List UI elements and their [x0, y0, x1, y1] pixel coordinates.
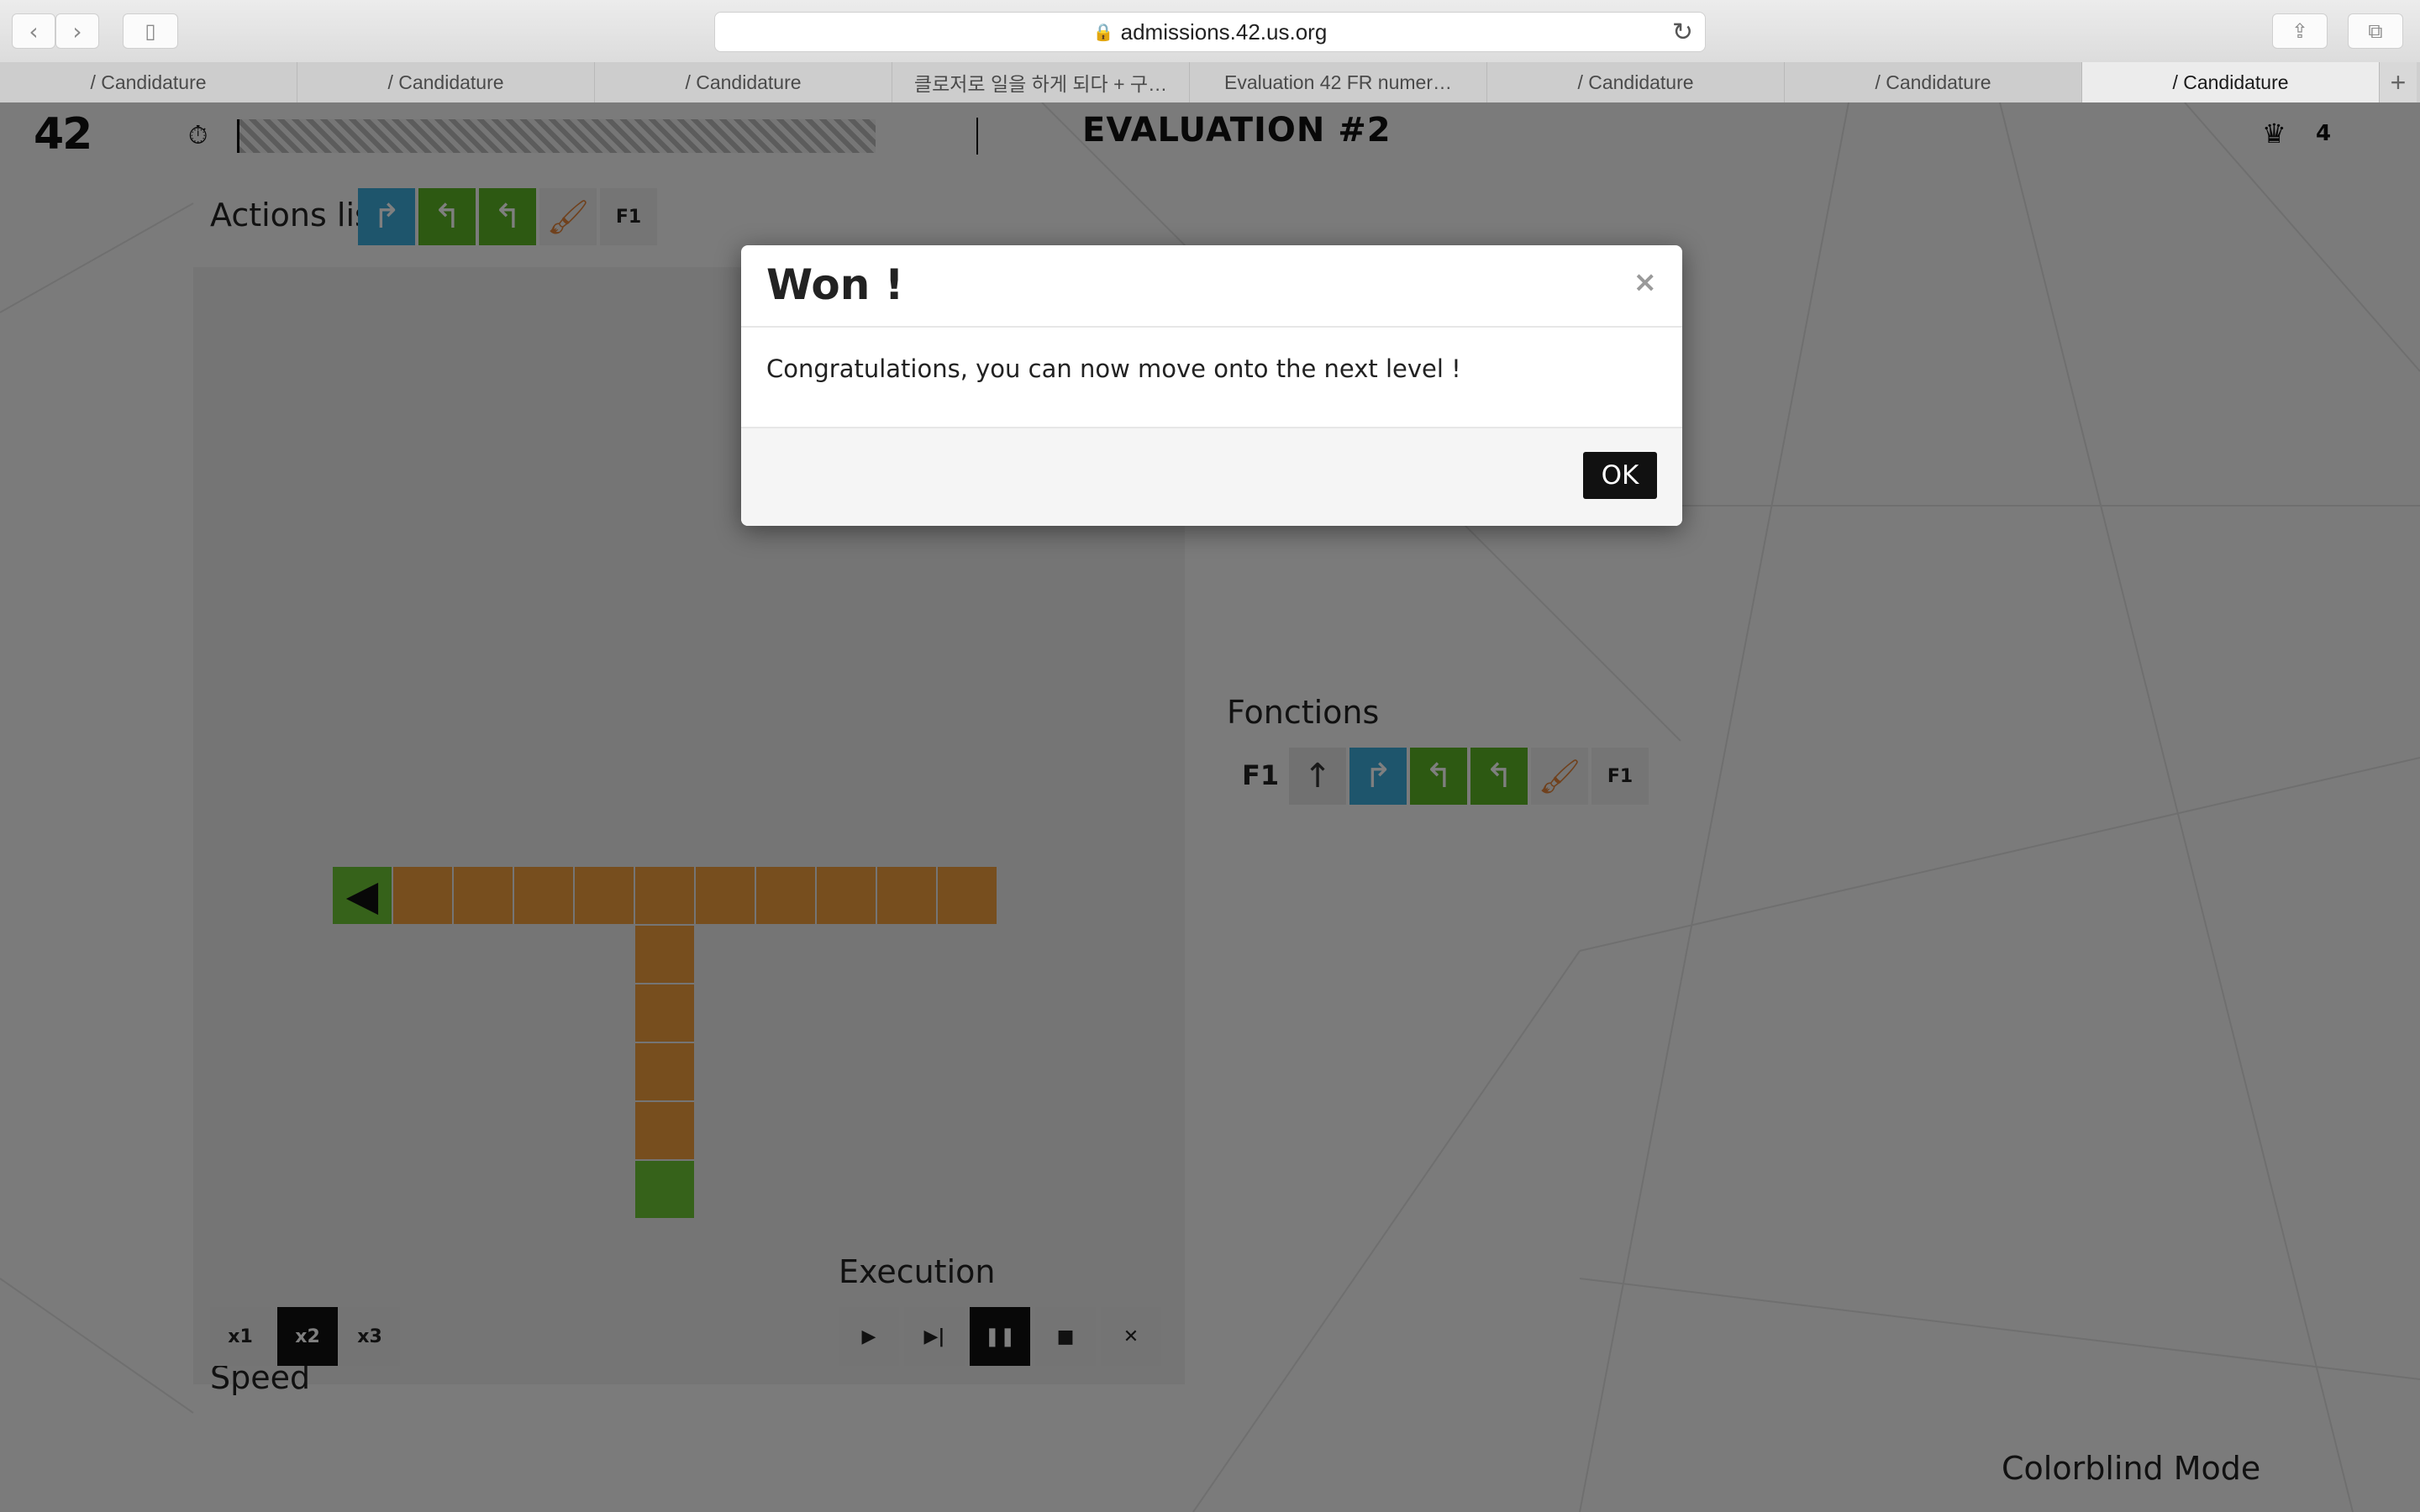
new-tab-button[interactable]: +: [2380, 62, 2417, 102]
tab[interactable]: Evaluation 42 FR numer…: [1190, 62, 1487, 102]
tab-bar: / Candidature / Candidature / Candidatur…: [0, 62, 2420, 103]
tab[interactable]: / Candidature: [595, 62, 892, 102]
modal-header: Won ! ×: [741, 245, 1682, 328]
modal-footer: OK: [741, 428, 1682, 526]
ok-button[interactable]: OK: [1583, 452, 1657, 499]
tab[interactable]: / Candidature: [1785, 62, 2082, 102]
share-icon[interactable]: ⇪: [2272, 13, 2328, 49]
tab[interactable]: 클로저로 일을 하게 되다 + 구…: [892, 62, 1190, 102]
tab[interactable]: / Candidature: [0, 62, 297, 102]
sidebar-icon[interactable]: ▯: [123, 13, 178, 49]
modal-message: Congratulations, you can now move onto t…: [766, 354, 1461, 383]
forward-icon[interactable]: ›: [55, 13, 99, 49]
back-icon[interactable]: ‹: [12, 13, 55, 49]
url-text: admissions.42.us.org: [1120, 18, 1328, 45]
tab[interactable]: / Candidature: [297, 62, 595, 102]
modal-body: Congratulations, you can now move onto t…: [741, 328, 1682, 428]
address-bar[interactable]: 🔒 admissions.42.us.org ↻: [714, 12, 1706, 52]
tabs-overview-icon[interactable]: ⧉: [2348, 13, 2403, 49]
lock-icon: 🔒: [1092, 23, 1114, 42]
close-icon[interactable]: ×: [1634, 265, 1658, 299]
tab[interactable]: / Candidature: [1487, 62, 1785, 102]
modal-title: Won !: [766, 260, 904, 309]
won-modal: Won ! × Congratulations, you can now mov…: [741, 245, 1682, 526]
tab-active[interactable]: / Candidature: [2082, 62, 2380, 102]
browser-toolbar: ‹ › ▯ 🔒 admissions.42.us.org ↻ ⇪ ⧉: [0, 0, 2420, 63]
reload-icon[interactable]: ↻: [1672, 18, 1693, 47]
